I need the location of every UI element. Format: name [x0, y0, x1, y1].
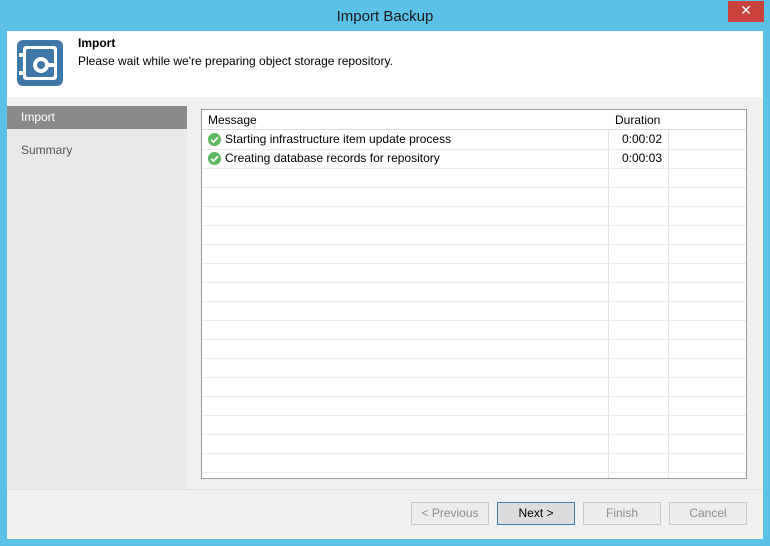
- column-header-duration[interactable]: Duration: [615, 110, 660, 130]
- row-duration: 0:00:03: [621, 151, 662, 165]
- step-description: Please wait while we're preparing object…: [78, 54, 393, 68]
- step-import[interactable]: Import: [7, 106, 187, 129]
- step-title: Import: [78, 36, 116, 50]
- wizard-header: Import Please wait while we're preparing…: [7, 31, 763, 97]
- window-title: Import Backup: [336, 8, 434, 25]
- row-message: Creating database records for repository: [225, 151, 440, 165]
- vault-icon: [17, 40, 63, 86]
- title-bar[interactable]: Import Backup ✕: [0, 0, 770, 31]
- previous-button[interactable]: < Previous: [411, 502, 489, 525]
- next-button[interactable]: Next >: [497, 502, 575, 525]
- footer-divider: [7, 489, 763, 490]
- cancel-button[interactable]: Cancel: [669, 502, 747, 525]
- row-message: Starting infrastructure item update proc…: [225, 132, 452, 146]
- column-header-message[interactable]: Message: [208, 110, 257, 130]
- success-check-icon: [208, 152, 221, 165]
- dialog-body: Import Please wait while we're preparing…: [7, 31, 763, 539]
- step-content: Message Duration Starting infrastructure…: [187, 106, 763, 489]
- close-button[interactable]: ✕: [728, 1, 764, 22]
- table-row[interactable]: Creating database records for repository…: [202, 149, 746, 168]
- table-header: Message Duration: [202, 110, 746, 130]
- finish-button[interactable]: Finish: [583, 502, 661, 525]
- wizard-steps: Import Summary: [7, 106, 187, 489]
- row-duration: 0:00:02: [621, 132, 662, 146]
- success-check-icon: [208, 133, 221, 146]
- progress-log-table[interactable]: Message Duration Starting infrastructure…: [201, 109, 747, 479]
- step-summary[interactable]: Summary: [7, 139, 187, 162]
- import-backup-window: Import Backup ✕ Import Please wait while…: [0, 0, 770, 546]
- table-row[interactable]: Starting infrastructure item update proc…: [202, 130, 746, 149]
